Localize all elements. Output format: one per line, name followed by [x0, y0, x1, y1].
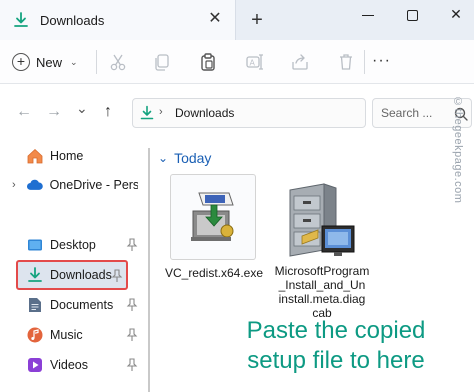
sidebar-item-downloads[interactable]: Downloads	[16, 260, 128, 290]
download-icon	[14, 12, 28, 27]
download-icon	[140, 105, 154, 120]
maximize-button[interactable]	[390, 0, 434, 28]
overlay-line-1: Paste the copied	[246, 317, 426, 344]
new-button[interactable]: + New ⌄	[12, 48, 78, 76]
recent-locations-button[interactable]: ⌄	[76, 100, 94, 118]
new-button-label: New	[36, 54, 63, 70]
document-icon	[29, 298, 41, 312]
instruction-overlay: Paste the copied setup file to here	[200, 316, 472, 376]
sidebar-scrollbar[interactable]	[148, 148, 150, 392]
sidebar-item-label: Documents	[50, 298, 114, 312]
svg-text:A: A	[250, 59, 256, 68]
pin-icon[interactable]	[126, 328, 138, 342]
back-button[interactable]: ←	[16, 103, 34, 121]
sidebar-item-documents[interactable]: Documents	[12, 292, 138, 318]
overlay-line-2: setup file to here	[247, 347, 425, 374]
file-name-line: install.meta.diag	[278, 292, 366, 306]
watermark: ©thegeekpage.com	[452, 96, 464, 204]
delete-icon[interactable]	[336, 52, 356, 72]
sidebar-item-label: Music	[50, 328, 83, 342]
music-icon	[27, 327, 43, 343]
toolbar-divider	[96, 50, 97, 74]
breadcrumb-downloads[interactable]: Downloads	[175, 106, 234, 120]
address-bar[interactable]: › Downloads	[132, 98, 366, 128]
group-header-today[interactable]: ⌄ Today	[158, 150, 211, 166]
sidebar-item-label: Home	[50, 149, 84, 163]
pin-icon[interactable]	[126, 238, 138, 252]
navigation-pane: Home › OneDrive - Pers Desktop Downloads	[0, 140, 150, 392]
sidebar-item-label: Downloads	[50, 268, 112, 282]
file-item[interactable]: MicrosoftProgram _Install_and_Un install…	[272, 174, 372, 324]
sidebar-item-label: Desktop	[50, 238, 96, 252]
sidebar-item-label: OneDrive - Pers	[49, 178, 138, 192]
pin-icon[interactable]	[111, 269, 123, 283]
chevron-down-icon: ⌄	[70, 56, 78, 67]
pin-icon[interactable]	[126, 358, 138, 372]
sidebar-item-videos[interactable]: Videos	[12, 352, 138, 378]
file-name: VC_redist.x64.exe	[164, 266, 264, 280]
cabinet-icon	[289, 183, 355, 257]
share-icon[interactable]	[290, 52, 310, 72]
expand-chevron[interactable]: ›	[12, 179, 26, 191]
up-button[interactable]: ↑	[104, 103, 122, 121]
sidebar-item-onedrive[interactable]: › OneDrive - Pers	[12, 172, 138, 198]
minimize-button[interactable]	[346, 0, 390, 28]
breadcrumb-chevron: ›	[159, 106, 163, 118]
cloud-icon	[26, 179, 43, 190]
file-name-line: _Install_and_Un	[278, 278, 366, 292]
sidebar-item-home[interactable]: Home	[12, 143, 138, 169]
file-thumbnail-frame	[170, 174, 256, 260]
close-window-button[interactable]: ✕	[434, 0, 474, 28]
file-name-line: MicrosoftProgram	[274, 264, 370, 278]
collapse-chevron-icon[interactable]: ⌄	[158, 151, 168, 165]
command-bar: + New ⌄ A ···	[0, 40, 474, 84]
title-bar: Downloads ✕ + ✕	[0, 0, 474, 40]
pin-icon[interactable]	[126, 298, 138, 312]
group-label: Today	[174, 150, 212, 166]
new-tab-button[interactable]: +	[246, 9, 268, 31]
maximize-icon	[406, 9, 418, 21]
rename-icon[interactable]: A	[244, 52, 264, 72]
sidebar-item-music[interactable]: Music	[12, 322, 138, 348]
copy-icon[interactable]	[152, 52, 172, 72]
tab-title: Downloads	[40, 13, 105, 28]
file-item[interactable]: VC_redist.x64.exe	[158, 174, 270, 284]
home-icon	[27, 148, 43, 164]
toolbar-divider	[364, 50, 365, 74]
minimize-icon	[362, 14, 374, 16]
installer-icon	[191, 192, 234, 241]
desktop-icon	[28, 239, 42, 251]
paste-icon[interactable]	[198, 52, 218, 72]
tab-downloads[interactable]: Downloads ✕	[0, 0, 236, 40]
search-placeholder: Search ...	[381, 106, 433, 120]
video-icon	[28, 358, 42, 372]
sidebar-item-desktop[interactable]: Desktop	[12, 232, 138, 258]
more-options-button[interactable]: ···	[372, 52, 391, 70]
cut-icon[interactable]	[108, 52, 128, 72]
download-icon	[28, 267, 42, 282]
plus-icon: +	[12, 53, 30, 71]
forward-button[interactable]: →	[46, 103, 64, 121]
close-tab-button[interactable]: ✕	[205, 9, 225, 29]
sidebar-item-label: Videos	[50, 358, 88, 372]
